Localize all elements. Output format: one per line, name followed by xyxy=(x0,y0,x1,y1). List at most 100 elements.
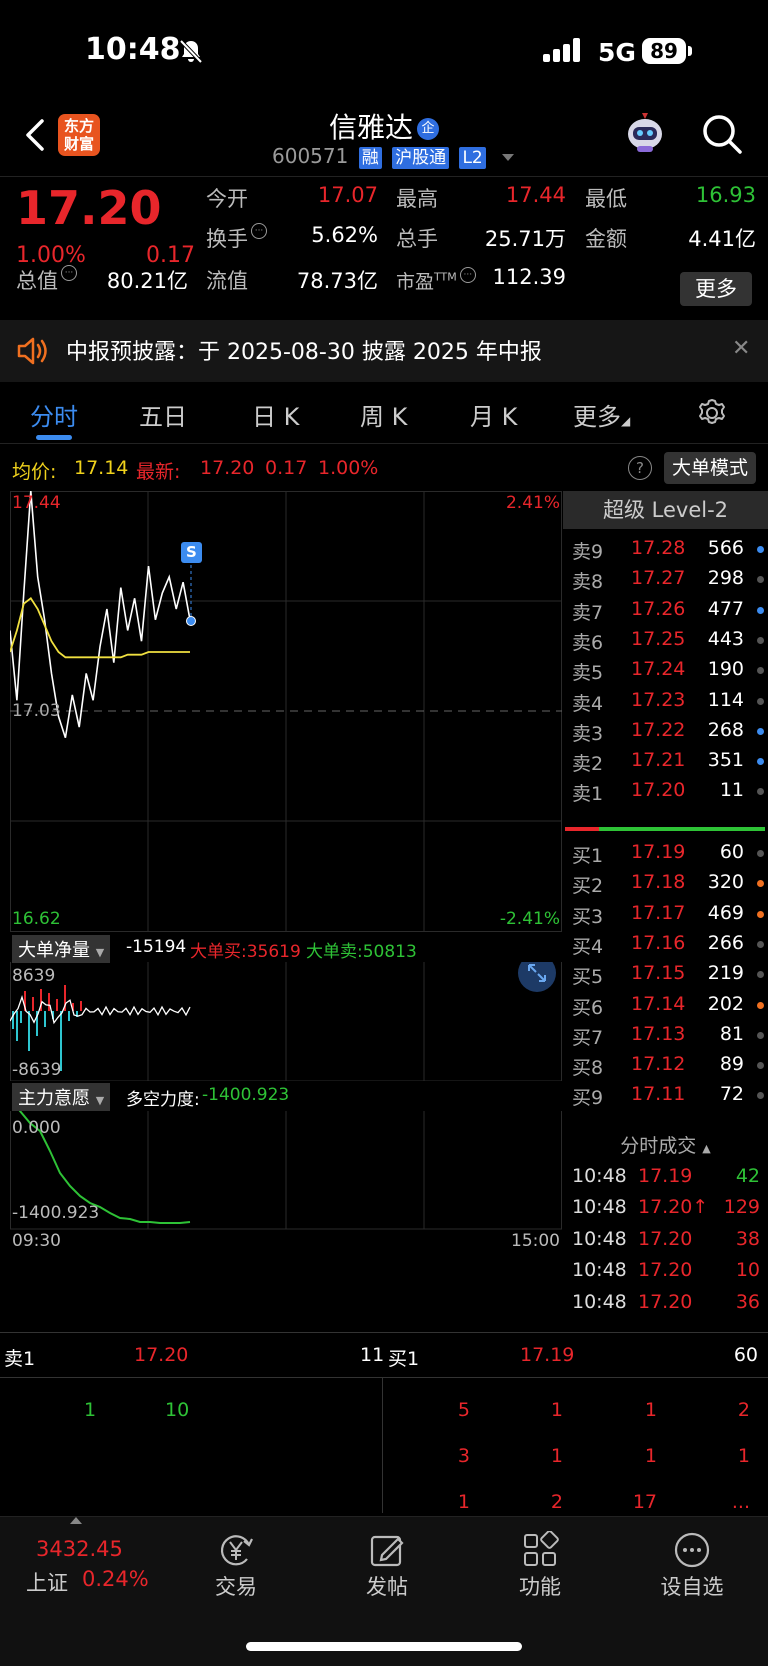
trade-price: 17.20 xyxy=(638,1290,693,1313)
search-icon[interactable] xyxy=(700,112,744,156)
order-volume: 443 xyxy=(707,627,744,650)
order-price: 17.11 xyxy=(631,1083,686,1106)
queue-buy-order: 5 xyxy=(457,1399,470,1421)
intraday-chart[interactable] xyxy=(10,491,562,1321)
net-volume-value: -15194 xyxy=(126,937,187,957)
sell-order-row[interactable]: 卖4 17.23 114 xyxy=(563,685,768,717)
tab-more-label: 更多 xyxy=(573,403,621,431)
index-expand-icon[interactable] xyxy=(70,1517,82,1524)
nav-watchlist[interactable]: 设自选 xyxy=(632,1525,752,1601)
buy-order-row[interactable]: 买6 17.14 202 xyxy=(563,989,768,1021)
intent-dropdown[interactable]: 主力意愿 ▼ xyxy=(12,1083,111,1111)
dropdown-triangle-icon: ▼ xyxy=(95,946,105,959)
sell-order-row[interactable]: 卖5 17.24 190 xyxy=(563,654,768,686)
order-volume: 351 xyxy=(707,749,744,772)
sell-order-row[interactable]: 卖9 17.28 566 xyxy=(563,533,768,565)
nav-trade[interactable]: 交易 xyxy=(176,1525,296,1601)
network-type: 5G xyxy=(598,38,636,67)
tab-daily[interactable]: 日 K xyxy=(252,397,299,432)
order-price: 17.23 xyxy=(631,688,686,711)
buy-order-row[interactable]: 买1 17.19 60 xyxy=(563,837,768,869)
trades-title[interactable]: 分时成交 ▲ xyxy=(563,1131,768,1158)
order-price: 17.25 xyxy=(631,627,686,650)
value-float-cap: 78.73亿 xyxy=(296,269,378,293)
settings-gear-icon[interactable] xyxy=(696,397,728,429)
nav-trade-label: 交易 xyxy=(215,1575,257,1599)
more-button[interactable]: 更多 xyxy=(680,272,752,306)
order-dot xyxy=(757,788,764,796)
order-price: 17.17 xyxy=(631,901,686,924)
tab-intraday[interactable]: 分时 xyxy=(30,397,78,432)
sell-order-row[interactable]: 卖8 17.27 298 xyxy=(563,563,768,595)
queue-header: 卖1 17.20 11 买1 17.19 60 xyxy=(0,1333,768,1378)
label-amount: 金额 xyxy=(585,227,627,251)
order-price: 17.18 xyxy=(631,871,686,894)
index-pct[interactable]: 0.24% xyxy=(82,1567,149,1591)
sell-order-row[interactable]: 卖2 17.21 351 xyxy=(563,745,768,777)
battery-tip xyxy=(688,46,692,56)
info-icon[interactable]: ··· xyxy=(459,267,476,283)
buy-order-row[interactable]: 买9 17.11 72 xyxy=(563,1079,768,1111)
index-value[interactable]: 3432.45 xyxy=(36,1537,123,1561)
big-order-mode-button[interactable]: 大单模式 xyxy=(664,452,756,484)
info-icon[interactable]: ··· xyxy=(251,223,267,239)
tab-five-day[interactable]: 五日 xyxy=(139,397,187,432)
queue-buy-order: 1 xyxy=(644,1445,657,1467)
tab-more[interactable]: 更多◢ xyxy=(573,397,630,432)
sell-order-row[interactable]: 卖1 17.20 11 xyxy=(563,775,768,807)
intraday-chart-area[interactable]: 17.44 2.41% 17.03 16.62 -2.41% S 大单净量 ▼ … xyxy=(10,491,562,1321)
net-volume-bar xyxy=(16,1011,18,1041)
order-volume: 202 xyxy=(707,992,744,1015)
order-volume: 72 xyxy=(719,1083,744,1106)
intent-top: 0.000 xyxy=(12,1118,61,1138)
tab-monthly[interactable]: 月 K xyxy=(470,397,517,432)
level2-panel: 超级 Level-2 卖9 17.28 566 卖8 17.27 298 卖7 17.26 47… xyxy=(563,491,768,1326)
last-price: 17.20 xyxy=(16,181,162,235)
order-volume: 566 xyxy=(707,537,744,559)
buy-order-row[interactable]: 买5 17.15 219 xyxy=(563,958,768,990)
stock-subtitle[interactable]: 600571 融 沪股通 L2 xyxy=(272,144,515,169)
status-bar: 10:48 5G 89 xyxy=(0,0,768,100)
order-price: 17.20 xyxy=(631,779,686,802)
order-dot xyxy=(757,971,764,979)
sell-order-row[interactable]: 卖6 17.25 443 xyxy=(563,624,768,656)
order-volume: 60 xyxy=(719,841,744,863)
nav-functions[interactable]: 功能 xyxy=(480,1525,600,1601)
net-volume-bar xyxy=(28,1011,30,1051)
grid-functions-icon xyxy=(524,1531,559,1566)
label-turnover-text: 换手 xyxy=(206,227,248,251)
order-dot xyxy=(757,576,764,584)
nav-post[interactable]: 发帖 xyxy=(327,1525,447,1601)
home-indicator xyxy=(246,1642,522,1651)
label-pe: 市盈TTM ··· xyxy=(396,267,476,294)
help-icon[interactable]: ? xyxy=(628,456,652,480)
notice-bar[interactable]: 中报预披露：于 2025-08-30 披露 2025 年中报 ✕ xyxy=(0,320,768,382)
order-price: 17.26 xyxy=(631,597,686,620)
tab-weekly[interactable]: 周 K xyxy=(360,397,407,432)
info-icon[interactable]: ··· xyxy=(61,265,77,281)
value-total-cap: 80.21亿 xyxy=(106,269,188,293)
net-volume-dropdown[interactable]: 大单净量 ▼ xyxy=(12,935,111,963)
trade-row: 10:48 17.20 10 xyxy=(563,1255,768,1287)
label-total-cap-text: 总值 xyxy=(16,269,58,293)
close-icon[interactable]: ✕ xyxy=(732,336,750,361)
queue-buy-order: 1 xyxy=(457,1491,470,1513)
order-price: 17.19 xyxy=(631,841,686,863)
sell-order-row[interactable]: 卖7 17.26 477 xyxy=(563,594,768,626)
buy-order-row[interactable]: 买4 17.16 266 xyxy=(563,928,768,960)
buy-order-row[interactable]: 买2 17.18 320 xyxy=(563,867,768,899)
index-name[interactable]: 上证 xyxy=(26,1567,68,1597)
buy-order-row[interactable]: 买7 17.13 81 xyxy=(563,1019,768,1051)
buy-order-row[interactable]: 买8 17.12 89 xyxy=(563,1049,768,1081)
sell-order-row[interactable]: 卖3 17.22 268 xyxy=(563,715,768,747)
buy-order-row[interactable]: 买3 17.17 469 xyxy=(563,898,768,930)
order-volume: 89 xyxy=(719,1053,744,1076)
order-level: 卖3 xyxy=(572,722,604,745)
level2-title[interactable]: 超级 Level-2 xyxy=(563,491,768,529)
robot-assistant-icon[interactable] xyxy=(622,110,668,156)
queue-buy-vol: 60 xyxy=(733,1344,758,1366)
net-volume-bar xyxy=(44,1011,46,1027)
order-level: 买9 xyxy=(572,1087,604,1110)
avg-value: 17.14 xyxy=(74,457,129,479)
queue-buy-order: 1 xyxy=(550,1399,563,1421)
